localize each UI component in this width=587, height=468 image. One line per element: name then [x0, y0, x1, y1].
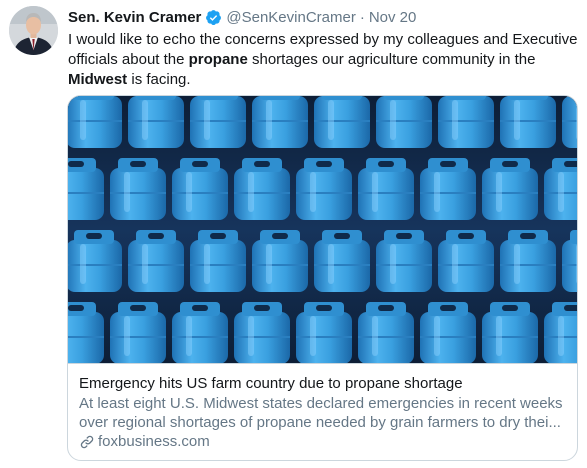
propane-tank	[500, 230, 556, 292]
propane-tank	[190, 96, 246, 148]
propane-tank	[110, 158, 166, 220]
propane-tank	[172, 158, 228, 220]
propane-tank	[438, 96, 494, 148]
card-description-line: over regional shortages of propane neede…	[79, 414, 561, 431]
propane-tank	[314, 96, 370, 148]
propane-tank	[358, 158, 414, 220]
propane-tank	[358, 302, 414, 363]
propane-tank	[562, 96, 577, 148]
propane-tank	[438, 230, 494, 292]
propane-tank	[190, 230, 246, 292]
card-description: At least eight U.S. Midwest states decla…	[79, 394, 569, 432]
link-card[interactable]: Emergency hits US farm country due to pr…	[67, 95, 578, 461]
tweet[interactable]: Sen. Kevin Cramer @SenKevinCramer · Nov …	[0, 0, 587, 468]
propane-tank	[376, 230, 432, 292]
author-handle[interactable]: @SenKevinCramer	[226, 9, 355, 26]
separator-dot: ·	[359, 8, 365, 26]
tweet-date[interactable]: Nov 20	[369, 9, 417, 26]
propane-tank	[482, 302, 538, 363]
propane-tank	[420, 302, 476, 363]
tweet-text-part: shortages our agriculture community in t…	[247, 51, 536, 68]
propane-tank	[314, 230, 370, 292]
avatar[interactable]	[9, 6, 58, 55]
propane-tank	[234, 158, 290, 220]
propane-tank	[296, 158, 352, 220]
card-domain: foxbusiness.com	[79, 433, 210, 450]
propane-tank	[376, 96, 432, 148]
propane-tank	[110, 302, 166, 363]
propane-tank	[68, 96, 122, 148]
propane-tank	[234, 302, 290, 363]
card-image[interactable]	[68, 96, 577, 363]
card-title: Emergency hits US farm country due to pr…	[79, 375, 463, 392]
propane-tank	[420, 158, 476, 220]
avatar-photo	[9, 6, 58, 55]
tweet-header: Sen. Kevin Cramer @SenKevinCramer · Nov …	[68, 7, 416, 27]
tweet-text: I would like to echo the concerns expres…	[68, 30, 578, 90]
propane-tank	[296, 302, 352, 363]
propane-tank	[252, 230, 308, 292]
propane-tank	[172, 302, 228, 363]
hashtag-propane: propane	[188, 51, 248, 68]
tweet-text-part: is facing.	[127, 71, 191, 88]
propane-tank	[128, 96, 184, 148]
card-domain-text: foxbusiness.com	[98, 433, 210, 450]
propane-tank	[128, 230, 184, 292]
propane-tanks-photo	[68, 96, 577, 363]
link-icon	[80, 435, 94, 448]
propane-tank	[252, 96, 308, 148]
card-info[interactable]: Emergency hits US farm country due to pr…	[68, 363, 577, 460]
verified-badge-icon	[206, 9, 222, 25]
propane-tank	[482, 158, 538, 220]
propane-tank	[68, 230, 122, 292]
propane-tank	[500, 96, 556, 148]
hashtag-midwest: Midwest	[68, 71, 128, 88]
author-name[interactable]: Sen. Kevin Cramer	[68, 9, 201, 26]
card-description-line: At least eight U.S. Midwest states decla…	[79, 395, 563, 412]
